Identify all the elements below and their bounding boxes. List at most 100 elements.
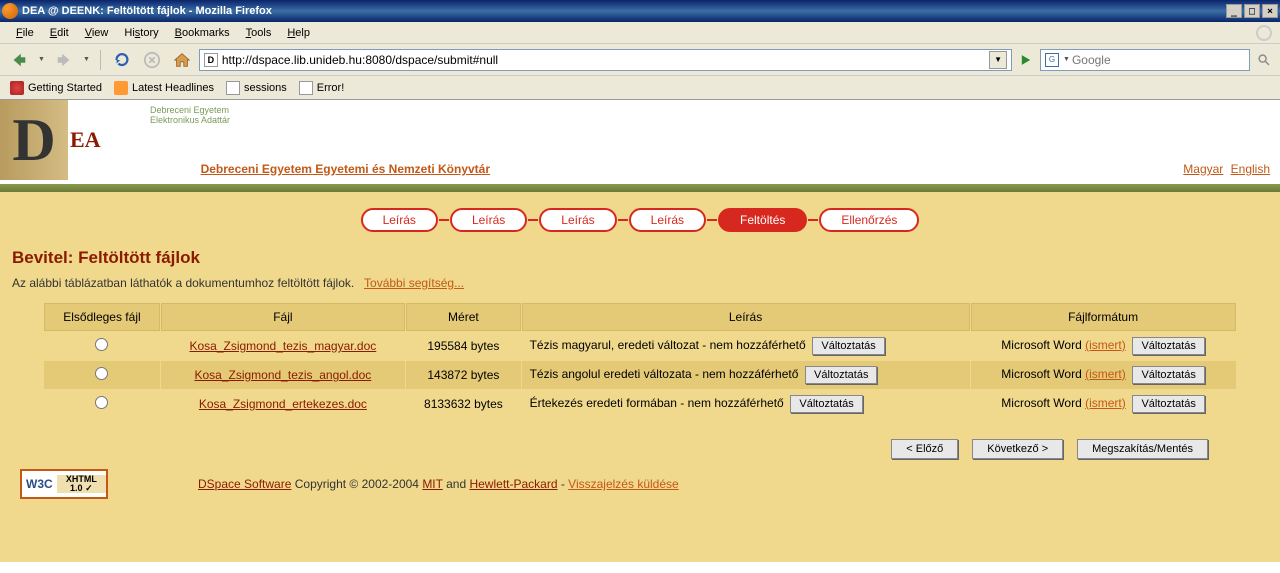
w3c-badge[interactable]: W3C XHTML 1.0 ✓ [20, 469, 108, 499]
dspace-link[interactable]: DSpace Software [198, 477, 291, 491]
back-button[interactable] [6, 47, 32, 73]
change-desc-button[interactable]: Változtatás [805, 366, 877, 384]
step-2[interactable]: Leírás [450, 208, 527, 232]
search-bar[interactable]: G ▼ [1040, 49, 1250, 71]
table-row: Kosa_Zsigmond_tezis_angol.doc 143872 byte… [44, 361, 1235, 389]
menu-help[interactable]: Help [279, 25, 318, 41]
file-desc-cell: Tézis angolul eredeti változata - nem ho… [522, 361, 970, 389]
change-format-button[interactable]: Változtatás [1132, 366, 1204, 384]
step-4[interactable]: Leírás [629, 208, 706, 232]
bookmark-icon [10, 81, 24, 95]
menu-history[interactable]: History [116, 25, 166, 41]
bookmark-getting-started[interactable]: Getting Started [6, 79, 106, 97]
page-body: Leírás Leírás Leírás Leírás Feltöltés El… [0, 192, 1280, 562]
step-1[interactable]: Leírás [361, 208, 438, 232]
uploaded-files-table: Elsődleges fájl Fájl Méret Leírás Fájlfo… [43, 302, 1236, 419]
reload-button[interactable] [109, 47, 135, 73]
menu-edit[interactable]: Edit [42, 25, 77, 41]
step-3[interactable]: Leírás [539, 208, 616, 232]
language-switcher: Magyar English [1179, 162, 1270, 176]
url-dropdown[interactable]: ▼ [989, 51, 1007, 69]
menu-tools[interactable]: Tools [238, 25, 280, 41]
bookmark-error[interactable]: Error! [295, 79, 349, 97]
url-input[interactable] [222, 53, 989, 67]
form-nav-buttons: < Előző Következő > Megszakítás/Mentés [12, 439, 1208, 459]
primary-radio[interactable] [95, 367, 108, 380]
change-format-button[interactable]: Változtatás [1132, 337, 1204, 355]
throbber-icon [1256, 25, 1272, 41]
home-button[interactable] [169, 47, 195, 73]
file-link[interactable]: Kosa_Zsigmond_tezis_angol.doc [194, 368, 371, 382]
file-format-cell: Microsoft Word (ismert) Változtatás [971, 361, 1236, 389]
file-link[interactable]: Kosa_Zsigmond_tezis_magyar.doc [189, 339, 376, 353]
page-description: Az alábbi táblázatban láthatók a dokumen… [12, 276, 1268, 290]
back-dropdown[interactable]: ▼ [36, 56, 47, 63]
minimize-button[interactable]: _ [1226, 4, 1242, 18]
known-format-link[interactable]: (ismert) [1085, 338, 1126, 352]
file-size: 8133632 bytes [406, 390, 520, 418]
site-header: D EA Debreceni EgyetemElektronikus Adatt… [0, 100, 1280, 184]
known-format-link[interactable]: (ismert) [1085, 367, 1126, 381]
google-icon[interactable]: G [1045, 53, 1059, 67]
separator-bar [0, 184, 1280, 192]
more-help-link[interactable]: További segítség... [364, 276, 464, 290]
primary-radio[interactable] [95, 396, 108, 409]
file-format-cell: Microsoft Word (ismert) Változtatás [971, 332, 1236, 360]
col-file: Fájl [161, 303, 406, 331]
close-button[interactable]: × [1262, 4, 1278, 18]
known-format-link[interactable]: (ismert) [1085, 396, 1126, 410]
file-desc-cell: Tézis magyarul, eredeti változat - nem h… [522, 332, 970, 360]
footer: W3C XHTML 1.0 ✓ DSpace Software Copyrigh… [12, 459, 1268, 509]
file-desc-cell: Értekezés eredeti formában - nem hozzáfé… [522, 390, 970, 418]
window-title: DEA @ DEENK: Feltöltött fájlok - Mozilla… [22, 5, 1226, 17]
hp-link[interactable]: Hewlett-Packard [469, 477, 557, 491]
prev-button[interactable]: < Előző [891, 439, 958, 459]
col-format: Fájlformátum [971, 303, 1236, 331]
search-engine-dropdown[interactable]: ▼ [1061, 56, 1072, 63]
col-size: Méret [406, 303, 520, 331]
forward-button[interactable] [51, 47, 77, 73]
primary-radio[interactable] [95, 338, 108, 351]
file-format-cell: Microsoft Word (ismert) Változtatás [971, 390, 1236, 418]
maximize-button[interactable]: □ [1244, 4, 1260, 18]
firefox-icon [2, 3, 18, 19]
submission-steps: Leírás Leírás Leírás Leírás Feltöltés El… [12, 208, 1268, 232]
menu-bookmarks[interactable]: Bookmarks [167, 25, 238, 41]
step-6-verify[interactable]: Ellenőrzés [819, 208, 919, 232]
menu-view[interactable]: View [77, 25, 117, 41]
navigation-toolbar: ▼ ▼ D ▼ G ▼ [0, 44, 1280, 76]
bookmark-latest-headlines[interactable]: Latest Headlines [110, 79, 218, 97]
menubar: File Edit View History Bookmarks Tools H… [0, 22, 1280, 44]
mit-link[interactable]: MIT [422, 477, 442, 491]
bookmark-sessions[interactable]: sessions [222, 79, 291, 97]
logo-subtitle: Debreceni EgyetemElektronikus Adattár [150, 106, 230, 126]
cancel-save-button[interactable]: Megszakítás/Mentés [1077, 439, 1208, 459]
menu-file[interactable]: File [8, 25, 42, 41]
footer-text: DSpace Software Copyright © 2002-2004 MI… [198, 477, 679, 491]
page-title: Bevitel: Feltöltött fájlok [12, 248, 1268, 268]
site-icon: D [204, 53, 218, 67]
page-icon [226, 81, 240, 95]
change-format-button[interactable]: Változtatás [1132, 395, 1204, 413]
next-button[interactable]: Következő > [972, 439, 1063, 459]
table-row: Kosa_Zsigmond_ertekezes.doc 8133632 bytes… [44, 390, 1235, 418]
change-desc-button[interactable]: Változtatás [812, 337, 884, 355]
search-button[interactable] [1254, 50, 1274, 70]
search-input[interactable] [1072, 53, 1245, 67]
dea-logo: D [0, 100, 68, 180]
window-titlebar: DEA @ DEENK: Feltöltött fájlok - Mozilla… [0, 0, 1280, 22]
library-link[interactable]: Debreceni Egyetem Egyetemi és Nemzeti Kö… [201, 162, 490, 176]
feedback-link[interactable]: Visszajelzés küldése [568, 477, 679, 491]
lang-english[interactable]: English [1231, 162, 1270, 176]
forward-dropdown[interactable]: ▼ [81, 56, 92, 63]
stop-button[interactable] [139, 47, 165, 73]
file-size: 143872 bytes [406, 361, 520, 389]
rss-icon [114, 81, 128, 95]
go-button[interactable] [1016, 50, 1036, 70]
file-link[interactable]: Kosa_Zsigmond_ertekezes.doc [199, 397, 367, 411]
step-5-upload[interactable]: Feltöltés [718, 208, 807, 232]
lang-hungarian[interactable]: Magyar [1183, 162, 1223, 176]
col-desc: Leírás [522, 303, 970, 331]
url-bar[interactable]: D ▼ [199, 49, 1012, 71]
change-desc-button[interactable]: Változtatás [790, 395, 862, 413]
